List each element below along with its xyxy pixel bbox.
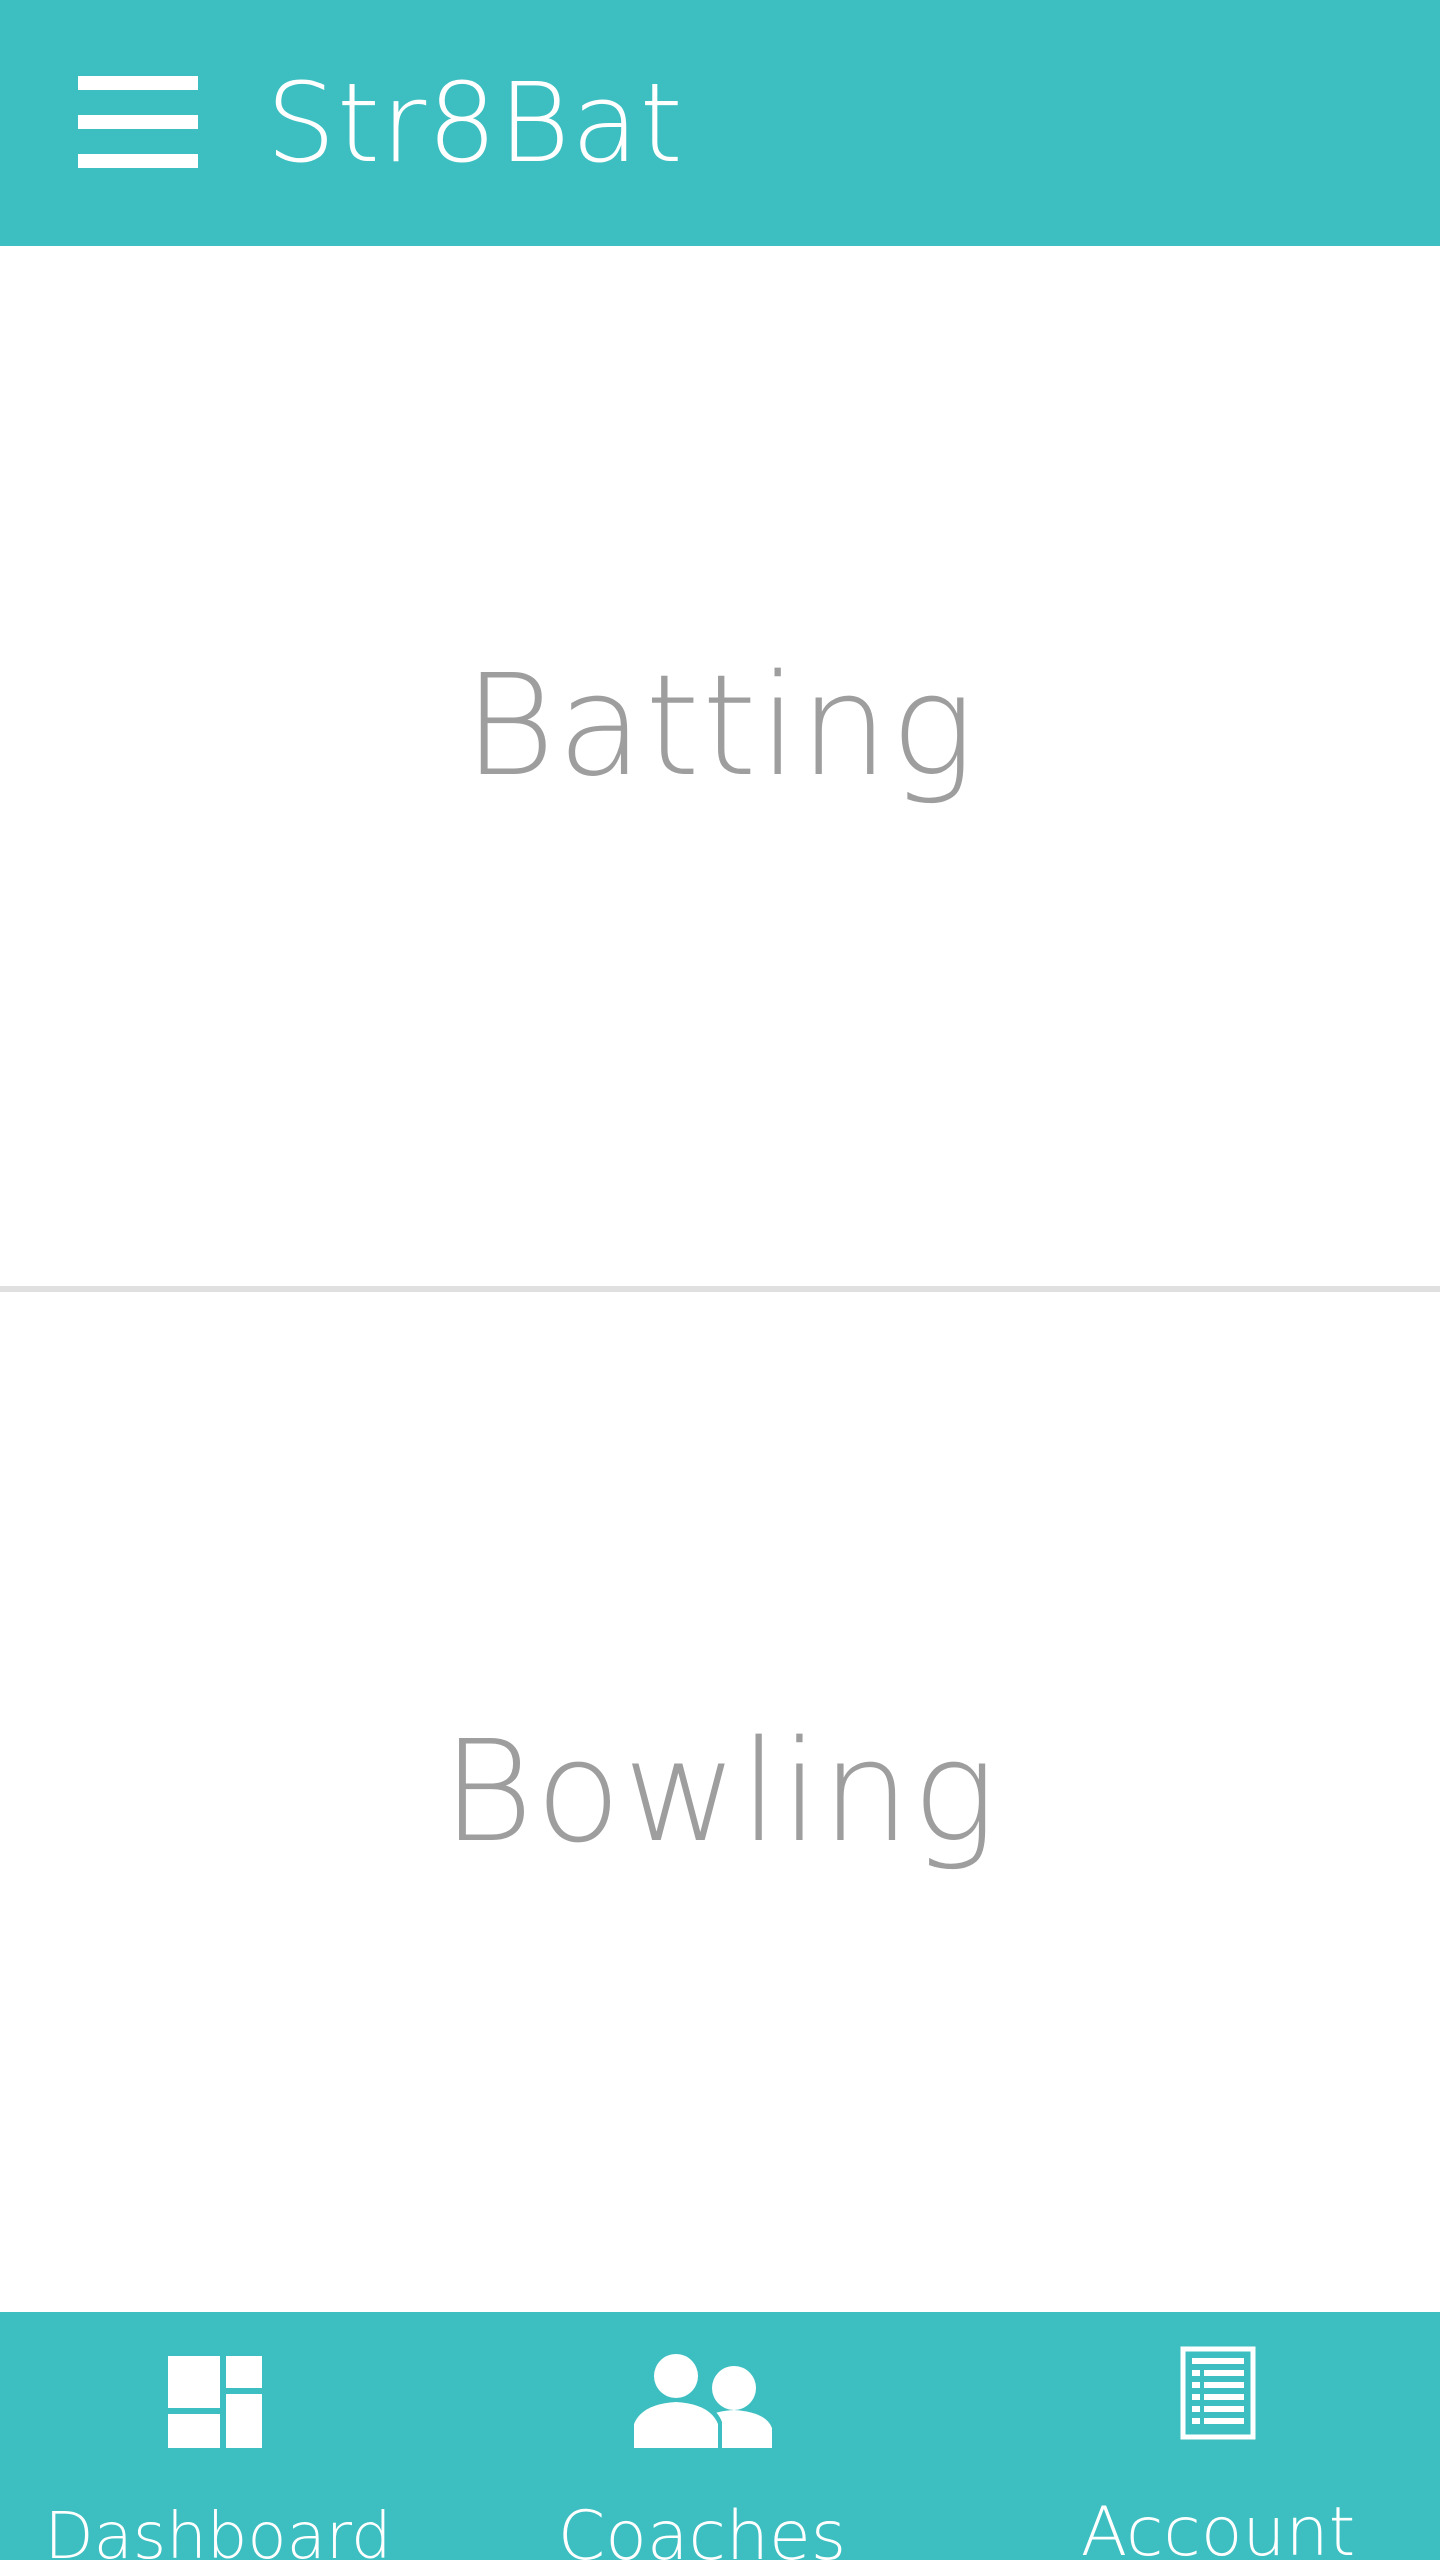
bowling-label: Bowling [441, 1710, 999, 1874]
hamburger-menu-icon [78, 76, 198, 168]
app-bar: Str8Bat [0, 0, 1440, 246]
coaches-icon [630, 2350, 772, 2448]
batting-label: Batting [463, 644, 977, 808]
nav-label-dashboard: Dashboard [44, 2500, 392, 2574]
app-title: Str8Bat [266, 59, 684, 187]
nav-label-account: Account [1080, 2493, 1356, 2572]
dashboard-icon [168, 2356, 262, 2448]
nav-item-account[interactable]: Account [960, 2312, 1440, 2570]
bottom-navigation: Dashboard Coaches Account [0, 2312, 1440, 2574]
nav-item-dashboard[interactable]: Dashboard [0, 2312, 480, 2572]
nav-label-coaches: Coaches [557, 2497, 847, 2576]
account-icon [1180, 2346, 1256, 2440]
bowling-section[interactable]: Bowling [0, 1292, 1440, 2312]
menu-button[interactable] [62, 60, 198, 184]
batting-section[interactable]: Batting [0, 246, 1440, 1286]
nav-item-coaches[interactable]: Coaches [480, 2312, 960, 2574]
